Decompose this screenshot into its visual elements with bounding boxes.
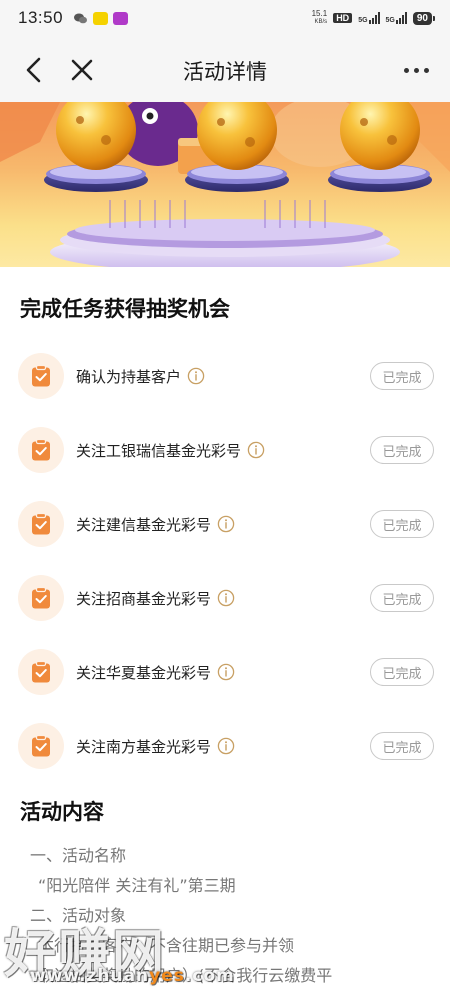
watermark-url-prefix: www.zhuan — [30, 966, 150, 986]
task-row[interactable]: 关注工银瑞信基金光彩号 已完成 — [18, 426, 438, 474]
more-dot — [413, 67, 419, 73]
clipboard-check-icon — [32, 586, 50, 609]
more-dot — [423, 67, 429, 73]
status-time: 13:50 — [18, 8, 64, 27]
info-icon[interactable] — [217, 663, 235, 681]
signal-1-label: 5G — [358, 17, 368, 24]
watermark-url-suffix: .com — [184, 966, 235, 986]
task-label: 确认为持基客户 — [76, 367, 182, 386]
task-row[interactable]: 关注南方基金光彩号 已完成 — [18, 722, 438, 770]
info-icon[interactable] — [217, 515, 235, 533]
wechat-icon — [73, 12, 88, 25]
signal-2-label: 5G — [385, 17, 395, 24]
task-label: 关注南方基金光彩号 — [76, 737, 212, 756]
task-label: 关注华夏基金光彩号 — [76, 663, 212, 682]
task-icon — [18, 501, 64, 547]
content-line: 一、活动名称 — [30, 846, 127, 865]
tasks-section-title: 完成任务获得抽奖机会 — [20, 297, 230, 321]
banner-illustration — [0, 102, 450, 267]
content-section-title: 活动内容 — [20, 800, 104, 824]
task-icon — [18, 575, 64, 621]
site-watermark: 好赚网 www.zhuanyes.com — [0, 910, 300, 1000]
clipboard-check-icon — [32, 364, 50, 387]
task-row[interactable]: 关注华夏基金光彩号 已完成 — [18, 648, 438, 696]
task-status-button[interactable]: 已完成 — [370, 658, 434, 686]
task-row[interactable]: 关注建信基金光彩号 已完成 — [18, 500, 438, 548]
clipboard-check-icon — [32, 438, 50, 461]
more-dot — [403, 67, 409, 73]
task-row[interactable]: 关注招商基金光彩号 已完成 — [18, 574, 438, 622]
signal-1: 5G — [358, 12, 380, 24]
status-bar: 13:50 15.1 KB/s HD 5G 5G 90 — [0, 0, 450, 36]
clipboard-check-icon — [32, 660, 50, 683]
app-notification-icon — [93, 11, 109, 25]
task-label: 关注建信基金光彩号 — [76, 515, 212, 534]
page-title: 活动详情 — [183, 60, 267, 84]
info-icon[interactable] — [187, 367, 205, 385]
net-speed: 15.1 KB/s — [312, 10, 328, 26]
task-status-button[interactable]: 已完成 — [370, 584, 434, 612]
info-icon[interactable] — [217, 737, 235, 755]
task-row[interactable]: 确认为持基客户 已完成 — [18, 352, 438, 400]
net-speed-unit: KB/s — [314, 19, 328, 25]
info-icon[interactable] — [217, 589, 235, 607]
task-status-button[interactable]: 已完成 — [370, 732, 434, 760]
task-status-button[interactable]: 已完成 — [370, 362, 434, 390]
signal-2: 5G — [386, 12, 407, 24]
more-button[interactable] — [400, 60, 432, 80]
nav-bar: 活动详情 — [0, 36, 450, 102]
activity-banner — [0, 102, 450, 267]
task-icon — [18, 427, 64, 473]
task-status-button[interactable]: 已完成 — [370, 510, 434, 538]
hd-badge: HD — [333, 13, 353, 23]
task-icon — [18, 353, 64, 399]
app-notification-icon-2 — [113, 11, 129, 25]
net-speed-value: 15.1 — [311, 9, 328, 18]
task-label: 关注招商基金光彩号 — [76, 589, 212, 608]
info-icon[interactable] — [247, 441, 265, 459]
task-status-button[interactable]: 已完成 — [370, 436, 434, 464]
watermark-url: www.zhuanyes.com — [30, 966, 235, 986]
watermark-url-highlight: yes — [149, 966, 185, 986]
task-icon — [18, 723, 64, 769]
battery-indicator: 90 — [412, 11, 436, 25]
signal-icon-2 — [395, 12, 407, 24]
signal-icon — [368, 12, 380, 24]
task-label: 关注工银瑞信基金光彩号 — [76, 441, 242, 460]
content-line: “阳光陪伴 关注有礼”第三期 — [38, 876, 236, 895]
clipboard-check-icon — [32, 734, 50, 757]
clipboard-check-icon — [32, 512, 50, 535]
task-icon — [18, 649, 64, 695]
notification-icons — [73, 11, 129, 25]
